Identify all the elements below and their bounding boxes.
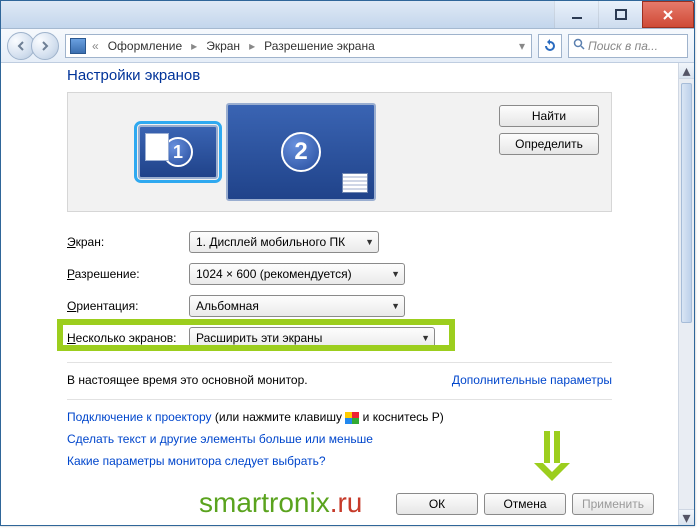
orientation-select[interactable]: Альбомная▼ bbox=[189, 295, 405, 317]
monitor-number: 2 bbox=[281, 132, 321, 172]
search-input[interactable]: Поиск в па... bbox=[568, 34, 688, 58]
maximize-button[interactable] bbox=[598, 1, 642, 28]
display-preview: 1 2 Найти Определить bbox=[67, 92, 612, 212]
breadcrumb-sep: « bbox=[90, 39, 101, 53]
scroll-up-icon[interactable]: ▴ bbox=[679, 63, 694, 79]
search-placeholder: Поиск в па... bbox=[588, 39, 658, 53]
chevron-right-icon: ▸ bbox=[189, 39, 199, 53]
field-orientation: Ориентация: Альбомная▼ bbox=[1, 290, 678, 322]
search-icon bbox=[573, 38, 585, 53]
breadcrumb-item[interactable]: Разрешение экрана bbox=[261, 38, 378, 54]
chevron-down-icon: ▼ bbox=[391, 301, 400, 311]
page-title: Настройки экранов bbox=[1, 63, 678, 92]
multiple-displays-select[interactable]: Расширить эти экраны▼ bbox=[189, 327, 435, 349]
which-params-link[interactable]: Какие параметры монитора следует выбрать… bbox=[67, 454, 326, 468]
orientation-label: Ориентация: bbox=[67, 299, 189, 313]
resolution-label: Разрешение: bbox=[67, 267, 189, 281]
minimize-icon bbox=[571, 9, 583, 21]
maximize-icon bbox=[615, 9, 627, 21]
chevron-down-icon: ▼ bbox=[421, 333, 430, 343]
close-button[interactable] bbox=[642, 1, 694, 28]
monitor-1[interactable]: 1 bbox=[138, 125, 218, 179]
address-bar[interactable]: « Оформление ▸ Экран ▸ Разрешение экрана… bbox=[65, 34, 532, 58]
find-button[interactable]: Найти bbox=[499, 105, 599, 127]
breadcrumb-item[interactable]: Оформление bbox=[105, 38, 185, 54]
detect-button[interactable]: Определить bbox=[499, 133, 599, 155]
footer-buttons: ОК Отмена Применить bbox=[396, 493, 654, 515]
forward-icon bbox=[39, 40, 51, 52]
window: « Оформление ▸ Экран ▸ Разрешение экрана… bbox=[0, 0, 695, 526]
windows-key-icon bbox=[345, 412, 359, 424]
cancel-button[interactable]: Отмена bbox=[484, 493, 566, 515]
chevron-right-icon: ▸ bbox=[247, 39, 257, 53]
field-multiple-displays: Несколько экранов: Расширить эти экраны▼ bbox=[1, 322, 678, 354]
refresh-button[interactable] bbox=[538, 34, 562, 58]
monitor-2[interactable]: 2 bbox=[226, 103, 376, 201]
nav-buttons bbox=[7, 32, 59, 60]
separator bbox=[67, 362, 612, 363]
chevron-down-icon: ▼ bbox=[365, 237, 374, 247]
breadcrumb-item[interactable]: Экран bbox=[203, 38, 243, 54]
scroll-down-icon[interactable]: ▾ bbox=[679, 509, 694, 525]
scroll-thumb[interactable] bbox=[681, 83, 692, 323]
navbar: « Оформление ▸ Экран ▸ Разрешение экрана… bbox=[1, 29, 694, 63]
calendar-icon bbox=[342, 173, 368, 193]
close-icon bbox=[661, 8, 675, 22]
titlebar bbox=[1, 1, 694, 29]
scrollbar[interactable]: ▴ ▾ bbox=[678, 63, 694, 525]
field-resolution: Разрешение: 1024 × 600 (рекомендуется)▼ bbox=[1, 258, 678, 290]
refresh-icon bbox=[543, 39, 557, 53]
textsize-line: Сделать текст и другие элементы больше и… bbox=[1, 428, 678, 450]
projector-line: Подключение к проектору (или нажмите кла… bbox=[1, 406, 678, 428]
ok-button[interactable]: ОК bbox=[396, 493, 478, 515]
preview-buttons: Найти Определить bbox=[499, 105, 599, 155]
textsize-link[interactable]: Сделать текст и другие элементы больше и… bbox=[67, 432, 373, 446]
content: Настройки экранов 1 2 Найти Определить Э… bbox=[1, 63, 678, 525]
screen-label: Экран: bbox=[67, 235, 189, 249]
resolution-select[interactable]: 1024 × 600 (рекомендуется)▼ bbox=[189, 263, 405, 285]
screen-select[interactable]: 1. Дисплей мобильного ПК▼ bbox=[189, 231, 379, 253]
field-screen: Экран: 1. Дисплей мобильного ПК▼ bbox=[1, 226, 678, 258]
apply-button[interactable]: Применить bbox=[572, 493, 654, 515]
chevron-down-icon[interactable]: ▾ bbox=[517, 39, 527, 53]
minimize-button[interactable] bbox=[554, 1, 598, 28]
advanced-settings-link[interactable]: Дополнительные параметры bbox=[452, 373, 612, 387]
forward-button[interactable] bbox=[31, 32, 59, 60]
primary-monitor-info: В настоящее время это основной монитор. … bbox=[1, 369, 678, 391]
monitors: 1 2 bbox=[68, 103, 376, 201]
primary-monitor-text: В настоящее время это основной монитор. bbox=[67, 373, 308, 387]
projector-link[interactable]: Подключение к проектору bbox=[67, 410, 212, 424]
control-panel-icon bbox=[70, 38, 86, 54]
which-params-line: Какие параметры монитора следует выбрать… bbox=[1, 450, 678, 472]
back-icon bbox=[15, 40, 27, 52]
chevron-down-icon: ▼ bbox=[391, 269, 400, 279]
separator bbox=[67, 399, 612, 400]
monitor-window-icon bbox=[145, 133, 169, 161]
multiple-displays-label: Несколько экранов: bbox=[67, 331, 189, 345]
